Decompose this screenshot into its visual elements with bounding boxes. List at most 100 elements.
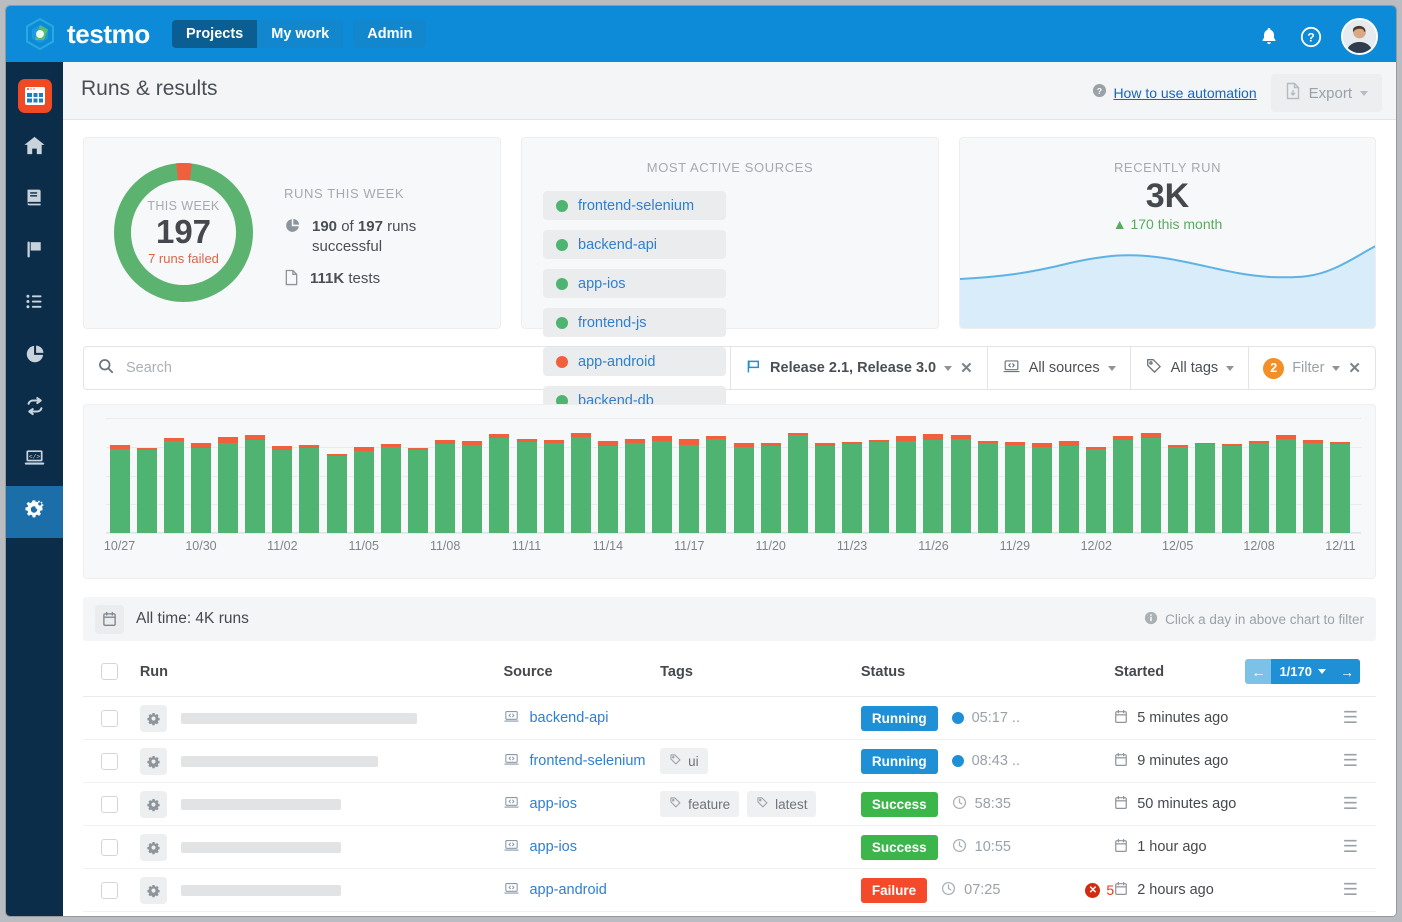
source-link[interactable]: frontend-selenium (503, 751, 660, 772)
help-icon[interactable]: ? (1299, 25, 1323, 49)
chart-bar[interactable] (1221, 444, 1242, 533)
calendar-icon-button[interactable] (95, 604, 124, 634)
source-link[interactable]: app-ios (503, 837, 660, 858)
tags-filter[interactable]: All tags (1129, 347, 1249, 389)
tag-chip[interactable]: ui (660, 748, 708, 774)
chart-bar[interactable] (136, 448, 157, 533)
sidebar-item-reports[interactable] (6, 330, 63, 382)
sidebar-item-project[interactable] (6, 70, 63, 122)
chart-bar[interactable] (1086, 447, 1107, 533)
notifications-icon[interactable] (1257, 25, 1281, 49)
table-row[interactable]: backend-api Running 05:17 .. 5 minutes ago ☰ (83, 696, 1376, 740)
chart-bar[interactable] (408, 448, 428, 533)
sidebar-item-settings[interactable] (6, 486, 63, 538)
chart-bar[interactable] (760, 443, 781, 533)
source-link[interactable]: app-ios (503, 794, 660, 815)
run-cell[interactable] (139, 739, 504, 783)
chart-bar[interactable] (489, 433, 510, 533)
chart-bar[interactable] (1032, 443, 1052, 533)
row-menu-button[interactable]: ☰ (1245, 739, 1376, 783)
run-settings-icon[interactable] (139, 704, 167, 732)
chart-bar[interactable] (353, 447, 374, 533)
chart-bar[interactable] (896, 435, 917, 533)
row-checkbox[interactable] (101, 709, 118, 727)
chart-bar[interactable] (950, 434, 971, 533)
source-link[interactable]: backend-api (503, 708, 660, 729)
chart-bar[interactable] (190, 443, 211, 533)
chart-bar[interactable] (869, 439, 890, 533)
sidebar-item-milestones[interactable] (6, 226, 63, 278)
source-cell[interactable]: backend-api (503, 696, 661, 740)
sidebar-item-sessions[interactable] (6, 382, 63, 434)
source-pill[interactable]: app-android (543, 347, 726, 376)
source-pill[interactable]: frontend-js (543, 308, 726, 337)
chart-bar[interactable] (543, 439, 564, 533)
source-cell[interactable]: frontend-selenium (503, 739, 661, 783)
chart-bar[interactable] (842, 442, 863, 533)
milestone-filter-clear[interactable]: ✕ (960, 359, 973, 377)
chart-bar[interactable] (1249, 441, 1270, 533)
chart-bar[interactable] (272, 446, 293, 533)
pager-page-indicator[interactable]: 1/170 (1271, 659, 1334, 684)
chart-bar[interactable] (435, 439, 456, 533)
run-settings-icon[interactable] (139, 747, 167, 775)
how-to-link-label[interactable]: How to use automation (1113, 85, 1256, 101)
source-link[interactable]: app-android (503, 880, 660, 901)
chart-bar[interactable] (462, 441, 483, 533)
source-cell[interactable]: app-ios (503, 825, 661, 869)
table-row[interactable]: app-ios Success 10:55 1 hour ago ☰ (83, 825, 1376, 869)
row-checkbox[interactable] (101, 795, 118, 813)
chart-bar[interactable] (326, 453, 347, 533)
user-avatar[interactable] (1341, 18, 1378, 55)
chart-bar[interactable] (163, 437, 184, 533)
col-run[interactable]: Run (139, 647, 504, 697)
chart-bar[interactable] (1330, 442, 1351, 533)
source-pill[interactable]: frontend-selenium (543, 191, 726, 220)
row-checkbox[interactable] (101, 752, 118, 770)
row-menu-button[interactable]: ☰ (1245, 696, 1376, 740)
run-cell[interactable] (139, 696, 504, 740)
chart-bar[interactable] (1140, 432, 1161, 533)
sidebar-item-cases[interactable] (6, 174, 63, 226)
chart-bar[interactable] (218, 436, 239, 533)
chart-bar[interactable] (706, 435, 727, 533)
nav-projects[interactable]: Projects (172, 20, 258, 48)
chart-bar[interactable] (1276, 434, 1297, 533)
chart-bar[interactable] (1059, 441, 1080, 533)
nav-my-work[interactable]: My work (257, 20, 344, 48)
chart-bar[interactable] (787, 432, 808, 533)
row-menu-button[interactable]: ☰ (1245, 868, 1376, 912)
chart-bar[interactable] (814, 443, 835, 533)
chart-bar[interactable] (1167, 445, 1188, 533)
export-button[interactable]: Export (1270, 74, 1382, 112)
chart-bar[interactable] (1194, 443, 1215, 533)
run-cell[interactable] (139, 825, 504, 869)
nav-admin[interactable]: Admin (353, 20, 427, 48)
source-pill[interactable]: backend-api (543, 230, 726, 259)
run-settings-icon[interactable] (139, 790, 167, 818)
sidebar-item-home[interactable] (6, 122, 63, 174)
chart-bar[interactable] (977, 441, 998, 533)
chart-bar[interactable] (109, 445, 130, 533)
chart-bar[interactable] (679, 438, 700, 533)
tag-chip[interactable]: feature (660, 791, 740, 817)
chart-bar[interactable] (1113, 435, 1134, 533)
col-started[interactable]: Started (1114, 647, 1246, 697)
col-status[interactable]: Status (860, 647, 1115, 697)
chart-bar[interactable] (299, 445, 320, 533)
row-checkbox[interactable] (101, 881, 118, 899)
run-cell[interactable] (139, 868, 504, 912)
filter-menu[interactable]: 2 Filter ✕ (1248, 347, 1375, 389)
sidebar-item-runs[interactable] (6, 278, 63, 330)
chart-bar[interactable] (652, 435, 673, 533)
filter-clear[interactable]: ✕ (1348, 359, 1361, 377)
run-cell[interactable] (139, 782, 504, 826)
chart-bar[interactable] (625, 438, 646, 533)
chart-bar[interactable] (245, 434, 266, 533)
row-menu-button[interactable]: ☰ (1245, 825, 1376, 869)
chart-bar[interactable] (733, 443, 754, 533)
brand-logo[interactable]: testmo (22, 16, 150, 52)
table-row[interactable]: app-ios feature latest Success 58:35 50 minut… (83, 782, 1376, 826)
tag-chip[interactable]: latest (747, 791, 817, 817)
col-tags[interactable]: Tags (660, 647, 861, 697)
